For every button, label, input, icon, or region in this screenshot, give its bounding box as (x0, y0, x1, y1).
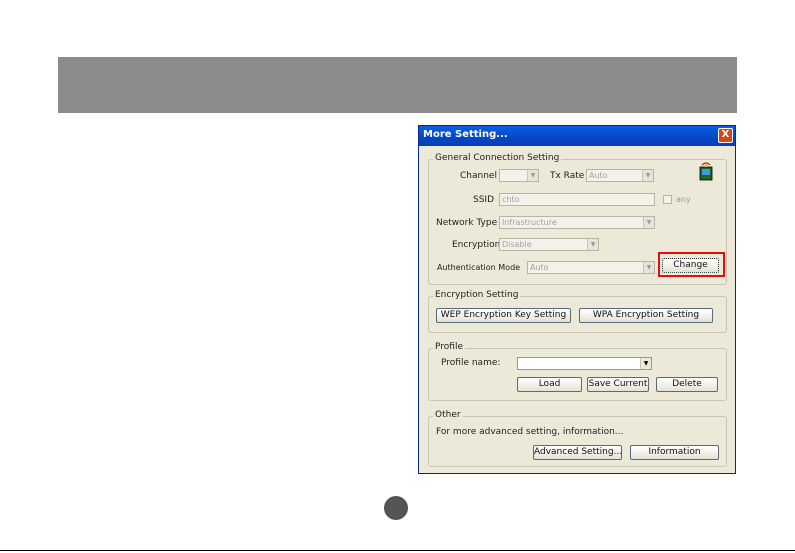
ssid-label: SSID (473, 195, 495, 205)
auth-mode-select[interactable]: Auto ▼ (527, 261, 655, 274)
wep-key-button[interactable]: WEP Encryption Key Setting (436, 308, 571, 323)
channel-label: Channel (460, 171, 497, 181)
dropdown-arrow-icon: ▼ (527, 170, 538, 181)
profile-legend: Profile (433, 342, 465, 352)
save-current-button[interactable]: Save Current (587, 377, 649, 392)
ssid-input[interactable]: chto (499, 193, 655, 206)
tx-rate-value: Auto (589, 171, 608, 180)
encryption-select[interactable]: Disable ▼ (499, 238, 599, 251)
delete-button[interactable]: Delete (656, 377, 718, 392)
dropdown-arrow-icon: ▼ (640, 358, 651, 369)
change-button[interactable]: Change (662, 258, 719, 273)
advanced-setting-button[interactable]: Advanced Setting... (533, 445, 622, 460)
close-button[interactable]: X (718, 128, 733, 143)
wireless-adapter-icon (699, 162, 713, 181)
page-number-dot (384, 496, 408, 520)
general-connection-legend: General Connection Setting (433, 153, 562, 163)
bottom-divider (0, 550, 795, 551)
dropdown-arrow-icon: ▼ (643, 262, 654, 273)
dialog-titlebar[interactable]: More Setting... X (419, 126, 735, 146)
channel-select[interactable]: ▼ (499, 169, 539, 182)
tx-rate-select[interactable]: Auto ▼ (586, 169, 654, 182)
dropdown-arrow-icon: ▼ (643, 217, 654, 228)
profile-name-select[interactable]: ▼ (517, 357, 652, 370)
auth-mode-label: Authentication Mode (437, 263, 521, 272)
more-setting-dialog: More Setting... X General Connection Set… (418, 125, 736, 474)
close-icon: X (721, 129, 730, 140)
auth-mode-value: Auto (530, 263, 549, 272)
encryption-value: Disable (502, 240, 532, 249)
profile-group: Profile (428, 342, 727, 401)
encryption-setting-legend: Encryption Setting (433, 290, 521, 300)
dropdown-arrow-icon: ▼ (642, 170, 653, 181)
dropdown-arrow-icon: ▼ (587, 239, 598, 250)
wpa-setting-button[interactable]: WPA Encryption Setting (579, 308, 713, 323)
profile-name-label: Profile name: (441, 358, 501, 368)
network-type-select[interactable]: Infrastructure ▼ (499, 216, 655, 229)
header-banner (58, 57, 737, 113)
information-button[interactable]: Information (630, 445, 719, 460)
other-info-text: For more advanced setting, information..… (436, 427, 624, 437)
load-button[interactable]: Load (517, 377, 582, 392)
other-legend: Other (433, 410, 463, 420)
encryption-label: Encryption (452, 240, 501, 250)
tx-rate-label: Tx Rate (550, 171, 585, 181)
ssid-value: chto (502, 195, 520, 204)
any-checkbox[interactable] (663, 195, 672, 204)
dialog-title: More Setting... (423, 129, 508, 140)
any-label: any (676, 195, 691, 204)
network-type-value: Infrastructure (502, 218, 557, 227)
network-type-label: Network Type (436, 218, 498, 228)
